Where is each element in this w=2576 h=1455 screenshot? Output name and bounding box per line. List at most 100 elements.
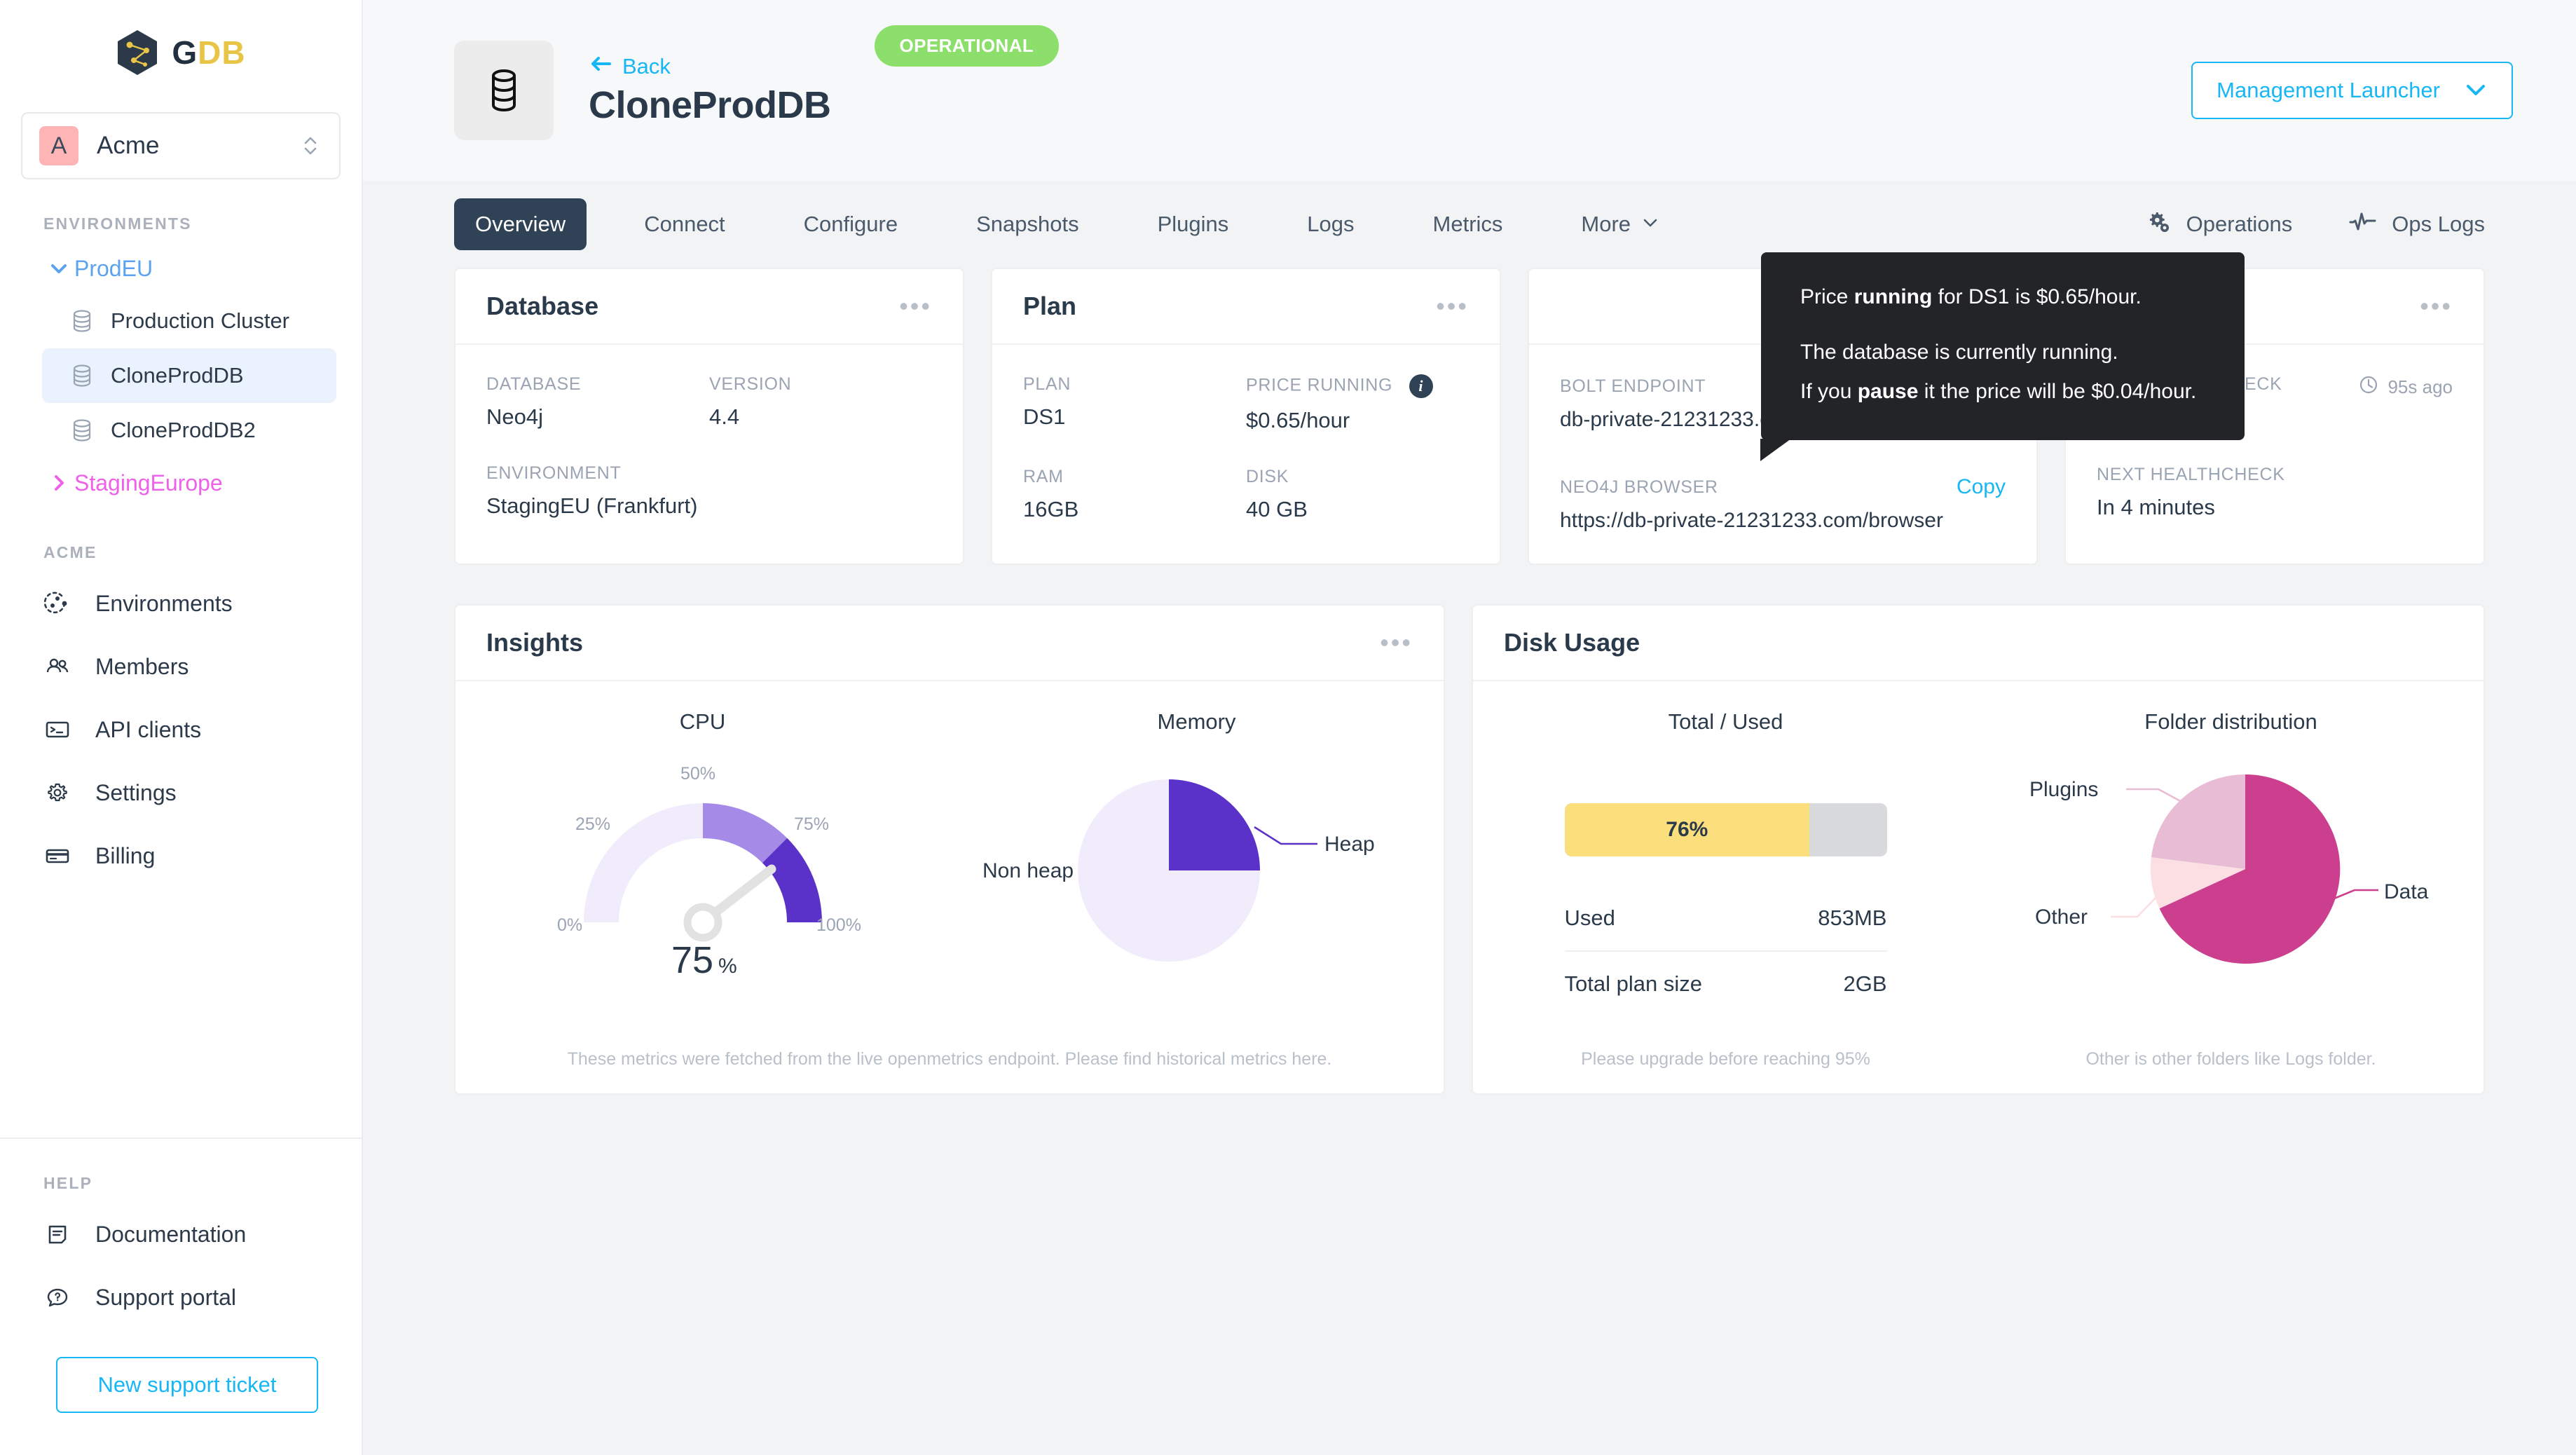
row-value: 2GB [1843,971,1886,997]
ops-logs-link[interactable]: Ops Logs [2348,210,2485,238]
plan-card-header: Plan ••• [992,269,1500,345]
field-label: ENVIRONMENT [486,463,932,484]
cpu-gauge-svg: 0% 25% 50% 75% 100% 75 % [542,747,864,978]
cpu-gauge-chart: CPU [455,681,950,1049]
card-title: Disk Usage [1504,628,1640,657]
tab-plugins[interactable]: Plugins [1137,198,1250,250]
memory-pie-svg: Heap Non heap [980,744,1414,983]
sidebar-item-cloneproddb[interactable]: CloneProdDB [42,348,336,403]
tab-label: Logs [1307,212,1354,237]
tooltip-line-1: Price running for DS1 is $0.65/hour. [1800,280,2212,315]
sidebar-item-settings[interactable]: Settings [31,761,336,824]
copy-browser-url-button[interactable]: Copy [1957,475,2006,499]
sidebar-item-production-cluster[interactable]: Production Cluster [42,294,336,348]
sidebar-db-label: Production Cluster [111,308,289,334]
title-block: Back CloneProdDB [589,54,831,127]
sidebar-env-label: ProdEU [74,256,153,282]
insights-card-header: Insights ••• [455,606,1444,681]
tab-logs[interactable]: Logs [1286,198,1375,250]
tab-overview[interactable]: Overview [454,198,587,250]
more-options-icon[interactable]: ••• [2420,294,2453,319]
field-label: PRICE RUNNING i [1246,374,1469,398]
tooltip-line-3: If you pause it the price will be $0.04/… [1800,375,2212,409]
gauge-tick-50: 50% [680,764,715,784]
table-row: Total plan size 2GB [1565,950,1887,1006]
folder-legend-plugins: Plugins [2029,778,2098,801]
main-area: Back CloneProdDB OPERATIONAL Management … [363,0,2576,1455]
plan-field: PLAN DS1 [1023,374,1246,433]
management-launcher-button[interactable]: Management Launcher [2191,62,2513,119]
memory-legend-non-heap: Non heap [982,859,1074,882]
sidebar-item-billing[interactable]: Billing [31,824,336,887]
sidebar-spacer [0,887,362,1138]
tab-label: Plugins [1158,212,1229,237]
brand-logo[interactable]: GDB [0,0,362,105]
sidebar: GDB A Acme ENVIRONMENTS ProdEU Product [0,0,363,1455]
neo4j-browser-header: NEO4J BROWSER Copy [1560,475,2006,499]
tab-configure[interactable]: Configure [783,198,919,250]
environments-section-label: ENVIRONMENTS [43,214,362,233]
document-icon [43,1220,71,1248]
row-label: Total plan size [1565,971,1702,997]
plan-kv-grid: PLAN DS1 PRICE RUNNING i $0.65/hour [1023,374,1469,522]
tab-connect[interactable]: Connect [623,198,746,250]
field-value: StagingEU (Frankfurt) [486,493,932,519]
more-options-icon[interactable]: ••• [1380,630,1413,655]
gauge-tick-25: 25% [575,814,610,834]
card-title: Insights [486,628,583,657]
back-link[interactable]: Back [589,54,831,79]
tab-label: Connect [644,212,725,237]
field-label: RAM [1023,467,1246,487]
operations-link[interactable]: Operations [2146,208,2293,240]
chart-title: Memory [1158,709,1236,735]
field-label: DATABASE [486,374,709,395]
sidebar-item-environments[interactable]: Environments [31,572,336,635]
sidebar-item-label: Support portal [95,1285,236,1311]
page-header: Back CloneProdDB OPERATIONAL Management … [363,0,2576,181]
app-root: GDB A Acme ENVIRONMENTS ProdEU Product [0,0,2576,1455]
insights-charts: CPU [455,681,1444,1049]
version-field: VERSION 4.4 [709,374,932,430]
chat-question-icon [43,1283,71,1311]
disk-progress-fill: 76% [1565,803,1810,856]
field-label: DISK [1246,467,1469,487]
info-icon[interactable]: i [1409,374,1433,398]
more-options-icon[interactable]: ••• [1436,294,1469,319]
ram-field: RAM 16GB [1023,467,1246,522]
sidebar-item-support-portal[interactable]: Support portal [31,1266,336,1329]
neo4j-browser-field: NEO4J BROWSER Copy https://db-private-21… [1560,475,2006,533]
credit-card-icon [43,842,71,870]
field-label: NEXT HEALTHCHECK [2097,465,2453,485]
sidebar-item-members[interactable]: Members [31,635,336,698]
org-switcher[interactable]: A Acme [21,112,341,179]
brand-name: GDB [172,34,245,71]
field-label: PLAN [1023,374,1246,395]
sidebar-env-prodeu[interactable]: ProdEU [31,243,336,294]
disk-usage-card-header: Disk Usage [1473,606,2483,681]
org-name: Acme [97,132,299,160]
card-title: Database [486,292,598,321]
sidebar-item-api-clients[interactable]: API clients [31,698,336,761]
field-value: https://db-private-21231233.com/browser [1560,509,2006,533]
database-card: Database ••• DATABASE Neo4j VERSION 4.4 [454,268,964,565]
insights-footnote: These metrics were fetched from the live… [455,1049,1444,1093]
sidebar-item-documentation[interactable]: Documentation [31,1203,336,1266]
new-support-ticket-button[interactable]: New support ticket [56,1357,318,1413]
members-icon [43,653,71,681]
more-options-icon[interactable]: ••• [899,294,932,319]
tab-more[interactable]: More [1560,198,1680,250]
folder-legend-other: Other [2035,906,2088,929]
dashboard-content: Database ••• DATABASE Neo4j VERSION 4.4 [363,268,2576,1455]
sidebar-db-label: CloneProdDB2 [111,418,256,443]
database-icon [71,310,93,332]
cards-row-bottom: Insights ••• CPU [454,604,2485,1095]
folder-pie-svg: Data Plugins Other [2014,743,2448,988]
chevron-updown-icon[interactable] [299,132,322,160]
sidebar-env-stagingeurope[interactable]: StagingEurope [31,458,336,508]
operations-label: Operations [2186,212,2293,237]
memory-legend-heap: Heap [1324,833,1375,856]
tab-bar: Overview Connect Configure Snapshots Plu… [363,181,2576,268]
tab-snapshots[interactable]: Snapshots [955,198,1100,250]
sidebar-item-cloneproddb2[interactable]: CloneProdDB2 [42,403,336,458]
tab-metrics[interactable]: Metrics [1412,198,1524,250]
